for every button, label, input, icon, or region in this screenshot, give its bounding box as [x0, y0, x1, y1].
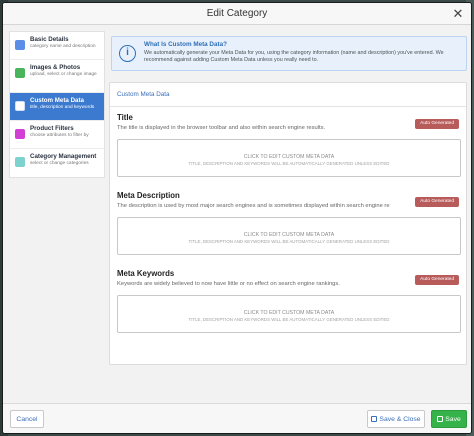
field-label: Meta Description: [117, 191, 180, 200]
filter-icon: [15, 129, 25, 139]
edit-meta-description-box[interactable]: CLICK TO EDIT CUSTOM META DATA TITLE, DE…: [117, 217, 461, 255]
sidebar-item-custom-meta-data[interactable]: Custom Meta Data title, description and …: [10, 93, 104, 121]
sidebar-item-category-management[interactable]: Category Management select or change cat…: [10, 149, 104, 177]
info-icon: i: [119, 45, 136, 62]
sidebar-item-desc: upload, select or change image: [30, 72, 97, 77]
floppy-icon: [437, 416, 444, 422]
edit-meta-keywords-box[interactable]: CLICK TO EDIT CUSTOM META DATA TITLE, DE…: [117, 295, 461, 333]
sidebar-item-desc: category name and description: [30, 44, 96, 49]
edit-category-dialog: Edit Category ✕ Basic Details category n…: [2, 2, 472, 434]
sidebar-item-label: Product Filters: [30, 125, 74, 132]
panel-heading: Custom Meta Data: [110, 83, 466, 107]
title-field: Title The title is displayed in the brow…: [117, 113, 461, 177]
dialog-header: Edit Category ✕: [3, 3, 471, 25]
sidebar-item-desc: title, description and keywords: [30, 105, 95, 110]
dialog-body: Basic Details category name and descript…: [3, 26, 471, 403]
sidebar-item-label: Images & Photos: [30, 64, 81, 71]
edit-note: TITLE, DESCRIPTION AND KEYWORDS WILL BE …: [188, 317, 390, 322]
field-desc: The title is displayed in the browser to…: [117, 125, 326, 131]
sidebar-item-basic-details[interactable]: Basic Details category name and descript…: [10, 32, 104, 60]
auto-generated-badge: Auto Generated: [415, 197, 459, 207]
field-desc: The description is used by most major se…: [117, 203, 390, 209]
field-desc: Keywords are widely believed to now have…: [117, 281, 340, 287]
search-icon: [15, 101, 25, 111]
info-callout: i What Is Custom Meta Data? We automatic…: [111, 36, 467, 71]
meta-keywords-field: Meta Keywords Keywords are widely believ…: [117, 269, 461, 333]
sidebar-item-desc: select or change categories: [30, 161, 89, 166]
save-button[interactable]: Save: [431, 410, 467, 428]
sidebar-item-product-filters[interactable]: Product Filters choose attributes to fil…: [10, 121, 104, 149]
edit-cta: CLICK TO EDIT CUSTOM META DATA: [243, 154, 335, 160]
floppy-icon: [371, 416, 378, 422]
sidebar-nav: Basic Details category name and descript…: [9, 31, 105, 178]
field-label: Title: [117, 113, 133, 122]
sitemap-icon: [15, 157, 25, 167]
image-icon: [15, 68, 25, 78]
edit-title-box[interactable]: CLICK TO EDIT CUSTOM META DATA TITLE, DE…: [117, 139, 461, 177]
dialog-footer: Cancel Save & Close Save: [3, 403, 471, 433]
cancel-button[interactable]: Cancel: [10, 410, 44, 428]
save-label: Save: [445, 416, 461, 423]
save-close-button[interactable]: Save & Close: [367, 410, 425, 428]
sidebar-item-label: Category Management: [30, 153, 97, 160]
close-button[interactable]: ✕: [451, 7, 465, 21]
edit-note: TITLE, DESCRIPTION AND KEYWORDS WILL BE …: [188, 161, 390, 166]
sidebar-item-label: Basic Details: [30, 36, 69, 43]
info-text: We automatically generate your Meta Data…: [144, 50, 444, 64]
field-label: Meta Keywords: [117, 269, 175, 278]
dialog-title: Edit Category: [206, 8, 268, 19]
edit-note: TITLE, DESCRIPTION AND KEYWORDS WILL BE …: [188, 239, 390, 244]
auto-generated-badge: Auto Generated: [415, 275, 459, 285]
sidebar-item-images-photos[interactable]: Images & Photos upload, select or change…: [10, 60, 104, 93]
edit-cta: CLICK TO EDIT CUSTOM META DATA: [243, 310, 335, 316]
sidebar-item-desc: choose attributes to filter by: [30, 133, 89, 138]
edit-cta: CLICK TO EDIT CUSTOM META DATA: [243, 232, 335, 238]
sidebar-item-label: Custom Meta Data: [30, 97, 84, 104]
custom-meta-data-panel: Custom Meta Data Title The title is disp…: [109, 82, 467, 365]
info-title: What Is Custom Meta Data?: [144, 41, 227, 48]
save-close-label: Save & Close: [379, 416, 421, 423]
auto-generated-badge: Auto Generated: [415, 119, 459, 129]
pencil-icon: [15, 40, 25, 50]
meta-description-field: Meta Description The description is used…: [117, 191, 461, 255]
